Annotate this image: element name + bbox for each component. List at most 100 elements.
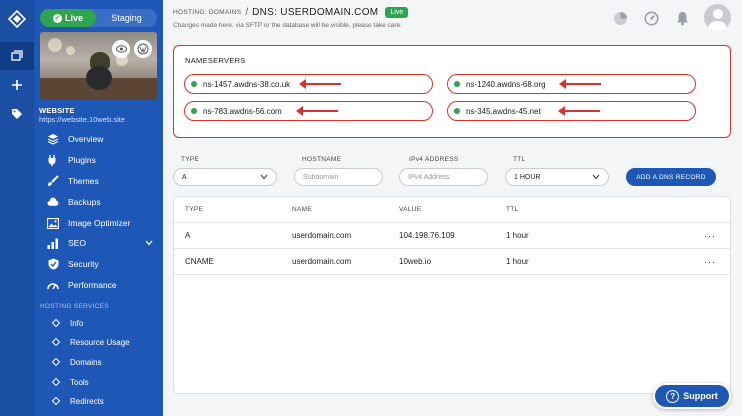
more-options-icon[interactable]: ··· — [704, 257, 716, 267]
sidebar-item-performance[interactable]: Performance — [34, 275, 163, 295]
diamond-icon — [51, 337, 61, 347]
record-type: A — [185, 231, 191, 240]
column-header-type: TYPE — [185, 206, 204, 213]
env-live-button[interactable]: ✓ Live — [40, 9, 96, 27]
nameserver-value: ns-1240.awdns-68.org — [466, 79, 546, 89]
ttl-label: TTL — [513, 156, 526, 163]
sidebar-item-label: Image Optimizer — [68, 218, 131, 228]
chevron-down-icon — [592, 173, 600, 182]
image-icon — [47, 217, 59, 229]
wordpress-icon[interactable] — [134, 40, 152, 58]
check-icon: ✓ — [52, 13, 62, 23]
breadcrumb-separator: / — [245, 7, 249, 18]
eye-icon[interactable] — [112, 40, 130, 58]
page-title: DNS: USERDOMAIN.COM — [252, 7, 379, 18]
status-dot-icon — [454, 81, 460, 87]
question-icon: ? — [666, 389, 680, 403]
support-label: Support — [683, 391, 718, 401]
ipv4-input[interactable] — [408, 173, 487, 181]
sidebar-item-label: Plugins — [68, 155, 96, 165]
record-value: 104.198.76.109 — [399, 231, 455, 240]
record-name: userdomain.com — [292, 257, 352, 266]
diamond-icon — [51, 357, 61, 367]
hosting-services-heading: HOSTING SERVICES — [40, 303, 109, 310]
ipv4-field — [399, 168, 488, 186]
ipv4-label: IPv4 ADDRESS — [409, 156, 459, 163]
live-badge: Live — [385, 7, 409, 18]
sidebar-item-label: Domains — [70, 357, 102, 367]
user-avatar[interactable] — [704, 4, 731, 31]
diamond-icon — [51, 318, 61, 328]
sidebar-item-backups[interactable]: Backups — [34, 192, 163, 212]
diamond-icon — [51, 377, 61, 387]
add-icon[interactable] — [9, 77, 25, 93]
hostname-input[interactable] — [303, 173, 382, 181]
sidebar-item-label: Backups — [68, 197, 101, 207]
add-dns-record-button[interactable]: ADD A DNS RECORD — [626, 168, 716, 186]
status-dot-icon — [191, 81, 197, 87]
website-thumbnail — [40, 32, 157, 100]
sidebar-item-label: Resource Usage — [70, 337, 130, 347]
pie-chart-icon[interactable] — [612, 10, 628, 26]
warning-notice: Changes made here, via SFTP or the datab… — [173, 22, 402, 29]
type-select[interactable]: A — [173, 168, 277, 186]
sidebar-item-label: Redirects — [70, 396, 104, 406]
icon-rail — [0, 0, 34, 416]
table-header: TYPE NAME VALUE TTL — [174, 197, 730, 223]
breadcrumb-hosting-domains[interactable]: HOSTING: DOMAINS — [173, 9, 241, 16]
sidebar-item-themes[interactable]: Themes — [34, 171, 163, 191]
nameservers-card: NAMESERVERS ns-1457.awdns-38.co.uk ns-12… — [173, 45, 731, 138]
type-label: TYPE — [181, 156, 200, 163]
speed-gauge-icon[interactable] — [643, 10, 659, 26]
sidebar-item-security[interactable]: Security — [34, 254, 163, 274]
cloud-icon — [47, 196, 59, 208]
more-options-icon[interactable]: ··· — [704, 231, 716, 241]
sidebar-item-domains[interactable]: Domains — [34, 353, 163, 371]
sidebar-item-info[interactable]: Info — [34, 314, 163, 332]
ttl-select[interactable]: 1 HOUR — [505, 168, 609, 186]
environment-toggle[interactable]: ✓ Live Staging — [40, 9, 157, 27]
support-button[interactable]: ? Support — [653, 383, 731, 409]
sidebar-item-plugins[interactable]: Plugins — [34, 150, 163, 170]
sidebar-item-seo[interactable]: SEO — [34, 233, 163, 253]
sidebar-item-label: Performance — [68, 280, 117, 290]
bell-icon[interactable] — [674, 10, 690, 26]
website-url[interactable]: https://website.10web.site — [39, 115, 125, 124]
column-header-ttl: TTL — [506, 206, 519, 213]
record-type: CNAME — [185, 257, 214, 266]
sidebar-item-overview[interactable]: Overview — [34, 129, 163, 149]
shield-icon — [47, 258, 59, 270]
sidebar-item-label: Overview — [68, 134, 104, 144]
bar-chart-icon — [47, 237, 59, 249]
sidebar: ✓ Live Staging WEBSITE https://website.1… — [34, 0, 163, 416]
10web-logo-icon[interactable] — [7, 9, 27, 29]
chevron-down-icon — [260, 173, 268, 182]
record-ttl: 1 hour — [506, 257, 529, 266]
breadcrumb: HOSTING: DOMAINS / DNS: USERDOMAIN.COM L… — [173, 7, 409, 18]
sidebar-item-label: Info — [70, 318, 84, 328]
hostname-label: HOSTNAME — [302, 156, 342, 163]
env-staging-button[interactable]: Staging — [96, 9, 157, 27]
sidebar-item-resource-usage[interactable]: Resource Usage — [34, 333, 163, 351]
chevron-down-icon[interactable] — [145, 239, 153, 248]
table-row: A userdomain.com 104.198.76.109 1 hour ·… — [174, 223, 730, 249]
sidebar-item-label: Tools — [70, 377, 89, 387]
websites-icon[interactable] — [0, 42, 34, 70]
table-row: CNAME userdomain.com 10web.io 1 hour ··· — [174, 249, 730, 275]
status-dot-icon — [454, 108, 460, 114]
sidebar-item-redirects[interactable]: Redirects — [34, 392, 163, 410]
layers-icon — [47, 133, 59, 145]
sidebar-item-label: Security — [68, 259, 99, 269]
gauge-icon — [47, 279, 59, 291]
arrow-left-icon — [299, 79, 341, 89]
status-dot-icon — [191, 108, 197, 114]
sidebar-item-image-optimizer[interactable]: Image Optimizer — [34, 213, 163, 233]
plug-icon — [47, 154, 59, 166]
record-ttl: 1 hour — [506, 231, 529, 240]
brush-icon — [47, 175, 59, 187]
nameserver-value: ns-783.awdns-56.com — [203, 106, 282, 116]
sidebar-item-tools[interactable]: Tools — [34, 373, 163, 391]
arrow-left-icon — [558, 106, 600, 116]
tag-icon[interactable] — [9, 106, 25, 122]
env-live-label: Live — [64, 13, 83, 23]
